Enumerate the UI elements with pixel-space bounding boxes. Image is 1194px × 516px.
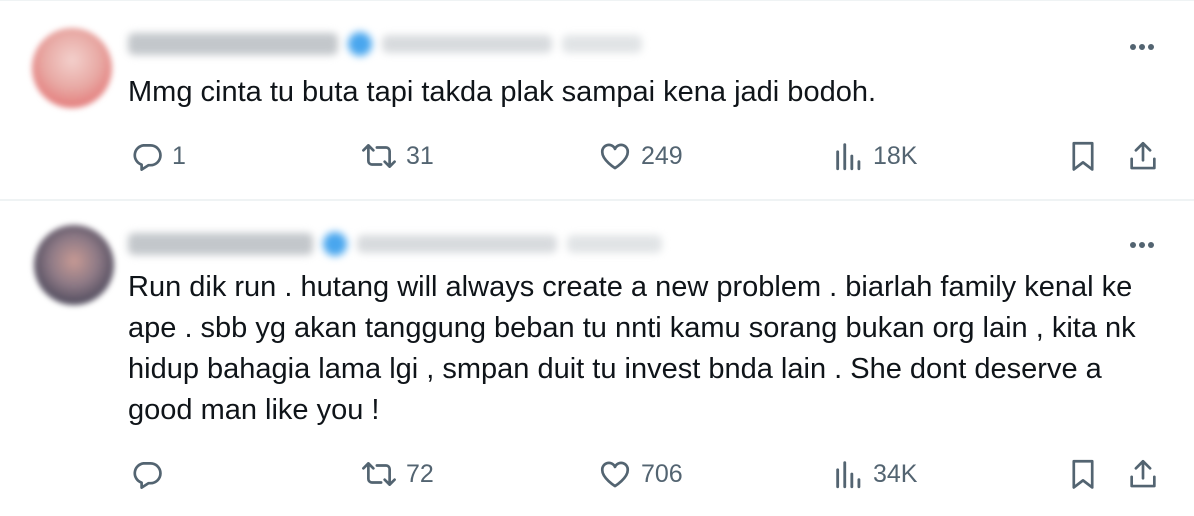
- reply-button[interactable]: [130, 454, 172, 494]
- like-button[interactable]: 249: [597, 136, 683, 176]
- retweet-button[interactable]: 31: [360, 136, 434, 176]
- avatar[interactable]: [32, 28, 112, 108]
- verified-badge-icon: [348, 32, 372, 56]
- display-name-blurred[interactable]: [128, 33, 338, 55]
- reply-button[interactable]: 1: [130, 136, 186, 176]
- bookmark-button[interactable]: [1068, 454, 1098, 494]
- tweet-reply-1[interactable]: Mmg cinta tu buta tapi takda plak sampai…: [0, 0, 1194, 200]
- retweet-button[interactable]: 72: [360, 454, 434, 494]
- tweet-text: Run dik run . hutang will always create …: [128, 271, 1144, 426]
- reply-count: 1: [172, 141, 186, 170]
- retweet-icon: [362, 462, 396, 486]
- views-icon: [836, 461, 861, 489]
- bookmark-button[interactable]: [1068, 136, 1098, 176]
- views-icon: [836, 143, 861, 171]
- views-button[interactable]: 34K: [833, 454, 917, 494]
- tweet-header-blurred: [128, 30, 642, 58]
- views-count: 18K: [873, 141, 918, 170]
- like-count: 706: [641, 459, 683, 488]
- tweet-actions: 72 706 34K: [0, 454, 1194, 494]
- reply-icon: [133, 462, 162, 489]
- retweet-icon: [362, 144, 396, 168]
- like-button[interactable]: 706: [597, 454, 683, 494]
- like-count: 249: [641, 141, 683, 170]
- bookmark-icon: [1072, 459, 1094, 489]
- tweet-text: Mmg cinta tu buta tapi takda plak sampai…: [128, 76, 877, 108]
- username-blurred[interactable]: [382, 35, 552, 53]
- timestamp-blurred[interactable]: [562, 35, 642, 53]
- share-button[interactable]: [1127, 136, 1159, 176]
- retweet-count: 72: [406, 459, 434, 488]
- username-blurred[interactable]: [357, 235, 557, 253]
- display-name-blurred[interactable]: [128, 233, 313, 255]
- timestamp-blurred[interactable]: [567, 235, 662, 253]
- tweet-reply-2[interactable]: Run dik run . hutang will always create …: [0, 201, 1194, 516]
- views-count: 34K: [873, 459, 918, 488]
- share-icon: [1130, 459, 1156, 488]
- verified-badge-icon: [323, 232, 347, 256]
- more-icon[interactable]: [1126, 229, 1158, 261]
- retweet-count: 31: [406, 141, 434, 170]
- tweet-header-blurred: [128, 230, 662, 258]
- bookmark-icon: [1072, 141, 1094, 171]
- avatar[interactable]: [34, 225, 114, 305]
- share-icon: [1130, 141, 1156, 170]
- reply-icon: [133, 144, 162, 171]
- tweet-actions: 1 31 249 18K: [0, 136, 1194, 176]
- more-icon[interactable]: [1126, 31, 1158, 63]
- views-button[interactable]: 18K: [833, 136, 917, 176]
- share-button[interactable]: [1127, 454, 1159, 494]
- heart-icon: [600, 461, 630, 488]
- heart-icon: [600, 143, 630, 170]
